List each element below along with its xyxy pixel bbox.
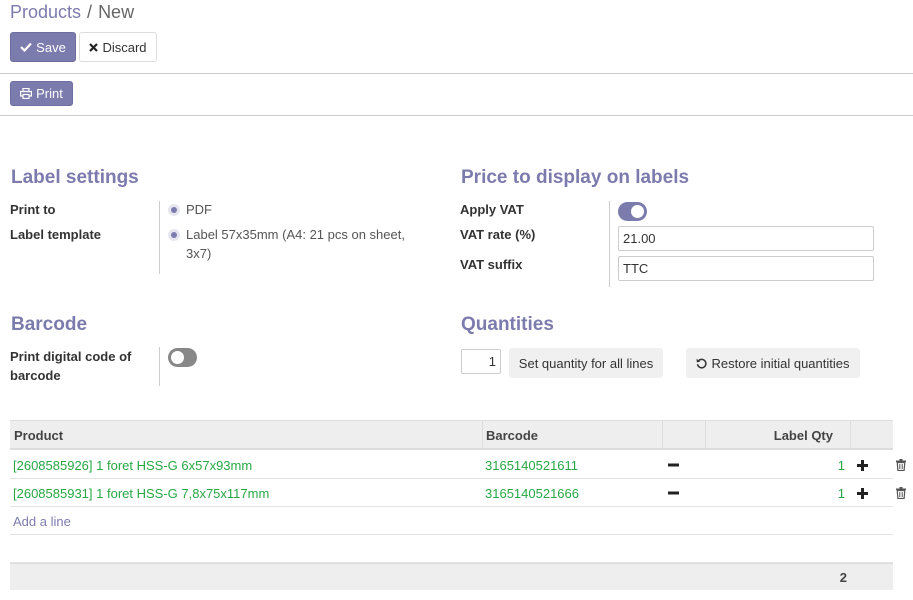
trash-icon[interactable] [896, 451, 906, 479]
save-button[interactable]: Save [10, 32, 76, 62]
table-row-empty [10, 535, 893, 563]
label-qty-total: 2 [839, 570, 847, 585]
print-icon [20, 88, 33, 99]
column-product[interactable]: Product [14, 421, 63, 449]
table-row[interactable]: [2608585931] 1 foret HSS-G 7,8x75x117mm … [10, 479, 906, 507]
trash-icon[interactable] [896, 479, 906, 507]
apply-vat-toggle[interactable] [618, 202, 647, 221]
label-template-label: Label template [10, 227, 102, 242]
column-barcode[interactable]: Barcode [486, 421, 538, 449]
label-qty-cell[interactable]: 1 [705, 479, 845, 507]
vat-suffix-input[interactable]: TTC [618, 256, 874, 281]
column-separator [482, 421, 483, 449]
label-template-option-line2[interactable]: 3x7) [186, 244, 211, 263]
toggle-knob [631, 205, 644, 218]
print-digital-code-toggle[interactable] [168, 348, 197, 367]
minus-icon[interactable] [668, 451, 679, 479]
quantity-input[interactable]: 1 [461, 349, 501, 374]
vat-rate-label: VAT rate (%) [460, 227, 536, 242]
print-button[interactable]: Print [10, 81, 73, 106]
lines-table-footer: 2 [10, 563, 893, 590]
discard-button[interactable]: Discard [79, 32, 157, 62]
barcode-cell[interactable]: 3165140521611 [485, 451, 578, 479]
column-separator [850, 421, 851, 449]
table-row[interactable]: [2608585926] 1 foret HSS-G 6x57x93mm 316… [10, 451, 906, 479]
check-icon [20, 42, 32, 52]
vat-suffix-label: VAT suffix [460, 257, 523, 272]
statusbar-divider [0, 115, 913, 116]
label-settings-title: Label settings [11, 167, 139, 188]
product-cell[interactable]: [2608585926] 1 foret HSS-G 6x57x93mm [13, 451, 252, 479]
print-digital-code-label-line2: barcode [10, 368, 61, 383]
print-digital-code-label-line1: Print digital code of [10, 349, 132, 364]
print-to-label: Print to [10, 202, 56, 217]
vat-rate-input[interactable]: 21.00 [618, 226, 874, 251]
add-line-link[interactable]: Add a line [13, 507, 71, 535]
restore-quantities-label: Restore initial quantities [711, 355, 850, 371]
radio-label-template[interactable] [171, 232, 177, 238]
save-button-label: Save [36, 39, 66, 55]
barcode-title: Barcode [11, 314, 88, 335]
plus-icon[interactable] [857, 479, 868, 507]
barcode-cell[interactable]: 3165140521666 [485, 479, 579, 507]
print-to-option-pdf[interactable]: PDF [186, 200, 212, 219]
set-quantity-all-button[interactable]: Set quantity for all lines [509, 348, 663, 378]
toggle-knob [171, 351, 184, 364]
breadcrumb-separator: / [87, 2, 93, 22]
minus-icon[interactable] [668, 479, 679, 507]
label-qty-cell[interactable]: 1 [705, 451, 845, 479]
set-quantity-all-label: Set quantity for all lines [518, 355, 654, 371]
column-label-qty[interactable]: Label Qty [705, 421, 833, 449]
price-display-divider [609, 201, 610, 287]
add-line-row: Add a line [10, 507, 893, 535]
undo-icon [696, 358, 708, 369]
restore-quantities-button[interactable]: Restore initial quantities [686, 348, 860, 378]
product-cell[interactable]: [2608585931] 1 foret HSS-G 7,8x75x117mm [13, 479, 269, 507]
apply-vat-label: Apply VAT [460, 202, 524, 217]
plus-icon[interactable] [857, 451, 868, 479]
breadcrumb: Products / New [10, 2, 134, 23]
column-separator [662, 421, 663, 449]
breadcrumb-parent-link[interactable]: Products [10, 2, 81, 22]
radio-pdf[interactable] [171, 207, 177, 213]
discard-button-label: Discard [102, 39, 147, 55]
price-display-title: Price to display on labels [461, 167, 690, 188]
quantities-title: Quantities [461, 314, 554, 335]
label-template-option-line1[interactable]: Label 57x35mm (A4: 21 pcs on sheet, [186, 225, 405, 244]
breadcrumb-current: New [98, 2, 135, 22]
control-panel-divider [0, 73, 913, 74]
print-button-label: Print [36, 86, 63, 101]
barcode-divider [159, 347, 160, 386]
times-icon [89, 42, 99, 52]
lines-table-header: Product Barcode Label Qty [10, 420, 893, 450]
label-settings-divider [159, 201, 160, 274]
